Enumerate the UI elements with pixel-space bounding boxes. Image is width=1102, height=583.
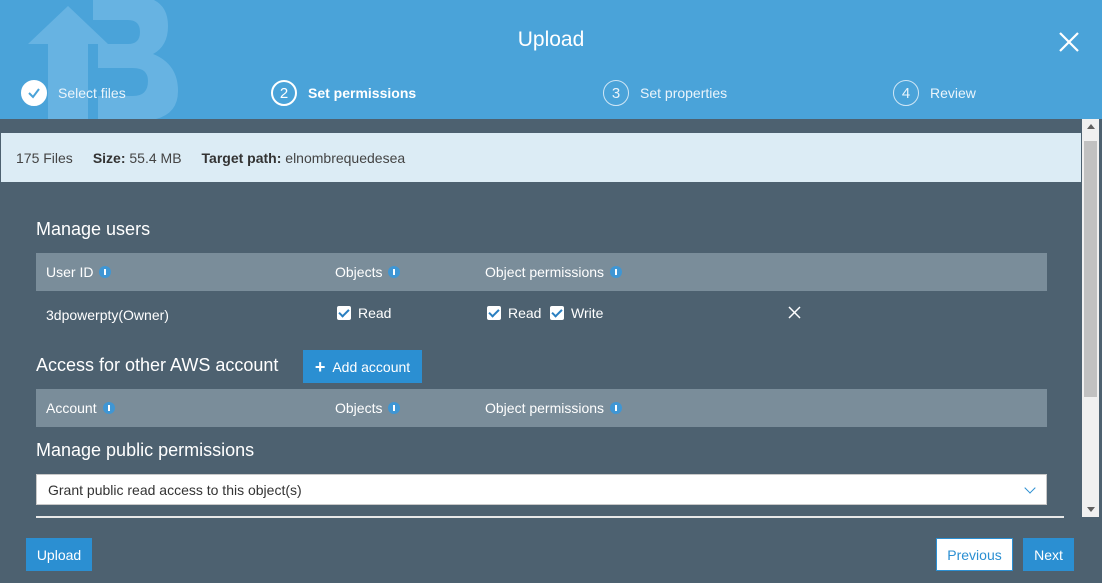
- perm-read-checkbox[interactable]: Read: [487, 305, 541, 321]
- step-label: Set properties: [640, 85, 728, 101]
- step-review[interactable]: 4 Review: [893, 80, 976, 106]
- size-info: Size: 55.4 MB: [92, 149, 182, 166]
- file-count: 175 Files: [16, 149, 73, 166]
- column-user-id: User ID: [46, 264, 112, 280]
- info-icon[interactable]: [388, 402, 401, 414]
- step-number: 2: [271, 80, 297, 106]
- step-number: 3: [603, 80, 629, 106]
- remove-user-icon[interactable]: [788, 306, 801, 319]
- checkbox-checked-icon[interactable]: [487, 306, 501, 320]
- column-object-permissions: Object permissions: [485, 264, 623, 280]
- public-permissions-title: Manage public permissions: [36, 440, 255, 460]
- aws-account-title: Access for other AWS account: [36, 355, 279, 375]
- checkbox-checked-icon[interactable]: [550, 306, 564, 320]
- accounts-table-header: Account Objects Object permissions: [36, 389, 1047, 427]
- dialog-title: Upload: [517, 28, 585, 51]
- info-icon[interactable]: [99, 266, 112, 278]
- wizard-steps: Select files 2 Set permissions 3 Set pro…: [0, 80, 1102, 106]
- add-account-button[interactable]: + Add account: [303, 350, 422, 383]
- next-button[interactable]: Next: [1023, 538, 1074, 571]
- scroll-up-icon[interactable]: [1087, 124, 1095, 129]
- check-icon: [21, 80, 47, 106]
- previous-button[interactable]: Previous: [936, 538, 1013, 571]
- step-select-files[interactable]: Select files: [21, 80, 126, 106]
- scrollbar-thumb[interactable]: [1084, 141, 1097, 397]
- close-icon[interactable]: [1055, 28, 1083, 56]
- column-object-permissions: Object permissions: [485, 400, 623, 416]
- user-id-cell: 3dpowerpty(Owner): [46, 307, 169, 323]
- checkbox-checked-icon[interactable]: [337, 306, 351, 320]
- plus-icon: +: [314, 356, 326, 377]
- info-icon[interactable]: [610, 402, 623, 414]
- info-icon[interactable]: [388, 266, 401, 278]
- info-icon[interactable]: [610, 266, 623, 278]
- public-permissions-select[interactable]: Grant public read access to this object(…: [36, 474, 1047, 505]
- objects-read-checkbox[interactable]: Read: [337, 305, 391, 321]
- upload-button[interactable]: Upload: [26, 538, 92, 571]
- step-set-permissions[interactable]: 2 Set permissions: [271, 80, 416, 106]
- chevron-down-icon: [1024, 482, 1036, 494]
- step-label: Set permissions: [308, 85, 417, 101]
- info-icon[interactable]: [102, 402, 115, 414]
- manage-users-title: Manage users: [36, 219, 151, 239]
- step-set-properties[interactable]: 3 Set properties: [603, 80, 727, 106]
- users-table-header: User ID Objects Object permissions: [36, 253, 1047, 291]
- step-label: Select files: [58, 85, 126, 101]
- column-account: Account: [46, 400, 115, 416]
- perm-write-checkbox[interactable]: Write: [550, 305, 603, 321]
- step-label: Review: [930, 85, 976, 101]
- divider: [36, 516, 1064, 518]
- vertical-scrollbar[interactable]: [1082, 119, 1099, 517]
- wizard-header: Upload Select files 2 Set permissions 3 …: [0, 0, 1102, 119]
- scroll-down-icon[interactable]: [1087, 507, 1095, 512]
- column-objects: Objects: [335, 400, 401, 416]
- column-objects: Objects: [335, 264, 401, 280]
- step-number: 4: [893, 80, 919, 106]
- upload-summary-bar: 175 Files Size: 55.4 MB Target path: eln…: [1, 133, 1081, 182]
- target-path: Target path: elnombrequedesea: [201, 149, 406, 166]
